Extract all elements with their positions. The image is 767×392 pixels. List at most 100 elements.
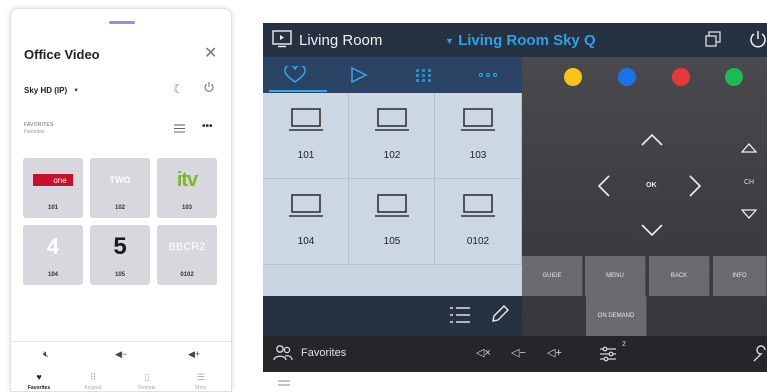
menu-button[interactable]: MENU — [585, 256, 646, 296]
laptop-icon — [461, 194, 495, 217]
source-label: Sky HD (IP) — [24, 86, 68, 95]
wrench-icon[interactable] — [752, 345, 767, 363]
channel-tile[interactable]: one 101 — [23, 158, 83, 218]
bbc-one-text: one — [53, 176, 67, 185]
back-button[interactable]: BACK — [649, 256, 710, 296]
tab-play[interactable] — [327, 57, 391, 93]
yellow-button[interactable] — [564, 68, 582, 86]
moon-icon[interactable]: ☾ — [173, 82, 184, 96]
channel5-logo: 5 — [113, 233, 127, 260]
channel-label: CH — [743, 179, 755, 186]
channel-down-icon[interactable] — [741, 209, 757, 219]
edit-pencil-icon[interactable] — [490, 304, 510, 324]
channel4-logo: 4 — [46, 234, 60, 259]
channel-number: 105 — [114, 272, 125, 278]
favorites-label[interactable]: Favorites — [301, 347, 346, 359]
right-arrow-icon[interactable] — [688, 174, 702, 198]
info-button[interactable]: INFO — [713, 256, 767, 296]
more-icon — [479, 73, 497, 77]
green-button[interactable] — [725, 68, 743, 86]
tile-number: 103 — [469, 150, 487, 161]
close-icon[interactable]: ✕ — [204, 43, 217, 63]
nav-keypad[interactable]: ⠿ Keypad — [69, 371, 117, 391]
remote-footer — [263, 372, 767, 392]
nav-favorites[interactable]: ♥ Favorites — [15, 371, 63, 391]
people-icon[interactable] — [273, 344, 293, 362]
nav-more[interactable]: ☰ More — [177, 371, 225, 391]
volume-down-icon[interactable]: ◀− — [115, 349, 127, 360]
remote-header: Living Room ▼ Living Room Sky Q — [263, 23, 767, 57]
list-view-icon[interactable] — [449, 304, 471, 326]
channel-up-icon[interactable] — [741, 143, 757, 153]
sheet-grabber[interactable] — [109, 21, 135, 24]
volume-up-icon[interactable]: ◀+ — [188, 349, 200, 360]
tab-more[interactable] — [456, 57, 520, 93]
power-icon[interactable] — [203, 81, 215, 93]
phone-app-panel: Office Video ✕ Sky HD (IP) ▼ ☾ FAVORITES… — [10, 8, 232, 392]
favorites-grid: 101 102 103 104 105 0102 — [263, 93, 522, 296]
favorite-tile[interactable]: 105 — [349, 179, 435, 265]
heart-icon — [284, 66, 306, 83]
audio-settings-icon[interactable] — [599, 345, 617, 363]
divider — [11, 341, 231, 342]
tv-icon — [272, 30, 292, 48]
bbc-two-logo: TWO — [109, 175, 131, 185]
favorite-tile[interactable]: 101 — [263, 93, 349, 179]
mute-icon[interactable]: 🔇︎ — [43, 349, 49, 360]
favorites-heading: FAVORITES — [24, 122, 54, 128]
list-view-icon[interactable] — [174, 124, 185, 133]
power-icon[interactable] — [749, 30, 767, 48]
left-arrow-icon[interactable] — [597, 174, 611, 198]
tab-keypad[interactable] — [392, 57, 456, 93]
room-title: Office Video — [24, 47, 100, 62]
play-icon — [351, 66, 368, 84]
source-selector[interactable]: ▼ Living Room Sky Q — [445, 32, 596, 49]
channel-tile[interactable]: TWO 102 — [90, 158, 150, 218]
channel-tile[interactable]: 5 105 — [90, 225, 150, 285]
blue-button[interactable] — [618, 68, 636, 86]
favorite-tile[interactable]: 103 — [435, 93, 522, 179]
favorite-tile[interactable]: 102 — [349, 93, 435, 179]
channel-number: 0102 — [180, 272, 194, 278]
laptop-icon — [375, 194, 409, 217]
menu-icon[interactable] — [278, 380, 290, 386]
on-demand-button[interactable]: ON DEMAND — [586, 296, 647, 336]
tab-favorites[interactable] — [263, 57, 327, 93]
itv-logo: itv — [176, 168, 198, 191]
favorites-subheading: Favorites — [24, 129, 45, 135]
volume-down-icon[interactable]: ◁− — [511, 346, 526, 359]
favorites-toolbar — [263, 296, 522, 336]
down-arrow-icon[interactable] — [640, 223, 664, 237]
channel-number: 101 — [47, 205, 58, 211]
guide-button[interactable]: GUIDE — [522, 256, 583, 296]
channel-tile[interactable]: itv 103 — [157, 158, 217, 218]
mute-icon[interactable]: ◁× — [476, 346, 491, 359]
channel-tile[interactable]: BBCR2 0102 — [157, 225, 217, 285]
channel-tile[interactable]: 4 104 — [23, 225, 83, 285]
source-name: Living Room Sky Q — [458, 32, 596, 49]
tile-number: 102 — [383, 150, 401, 161]
audio-badge: 2 — [622, 341, 626, 348]
up-arrow-icon[interactable] — [640, 133, 664, 147]
more-icon: ☰ — [196, 372, 206, 382]
chevron-down-icon: ▼ — [73, 87, 80, 94]
popout-window-icon[interactable] — [705, 31, 721, 47]
remote-bottom-bar: Favorites ◁× ◁− ◁+ 2 — [263, 336, 767, 372]
tile-number: 105 — [383, 236, 401, 247]
laptop-icon — [375, 108, 409, 131]
laptop-icon — [289, 194, 323, 217]
red-button[interactable] — [672, 68, 690, 86]
keypad-icon — [416, 68, 432, 82]
volume-up-icon[interactable]: ◁+ — [547, 346, 562, 359]
chevron-down-icon: ▼ — [445, 36, 454, 47]
bbc-r2-logo: BBCR2 — [168, 241, 206, 253]
favorite-tile[interactable]: 104 — [263, 179, 349, 265]
source-selector[interactable]: Sky HD (IP) ▼ — [24, 86, 79, 95]
more-options-icon[interactable]: ••• — [202, 122, 213, 132]
keypad-icon: ⠿ — [89, 372, 97, 382]
favorite-tile[interactable]: 0102 — [435, 179, 522, 265]
ok-button[interactable]: OK — [646, 182, 657, 189]
heart-icon: ♥ — [36, 372, 42, 382]
channel-number: 102 — [114, 205, 125, 211]
nav-remote[interactable]: ▯ Remote — [123, 371, 171, 391]
